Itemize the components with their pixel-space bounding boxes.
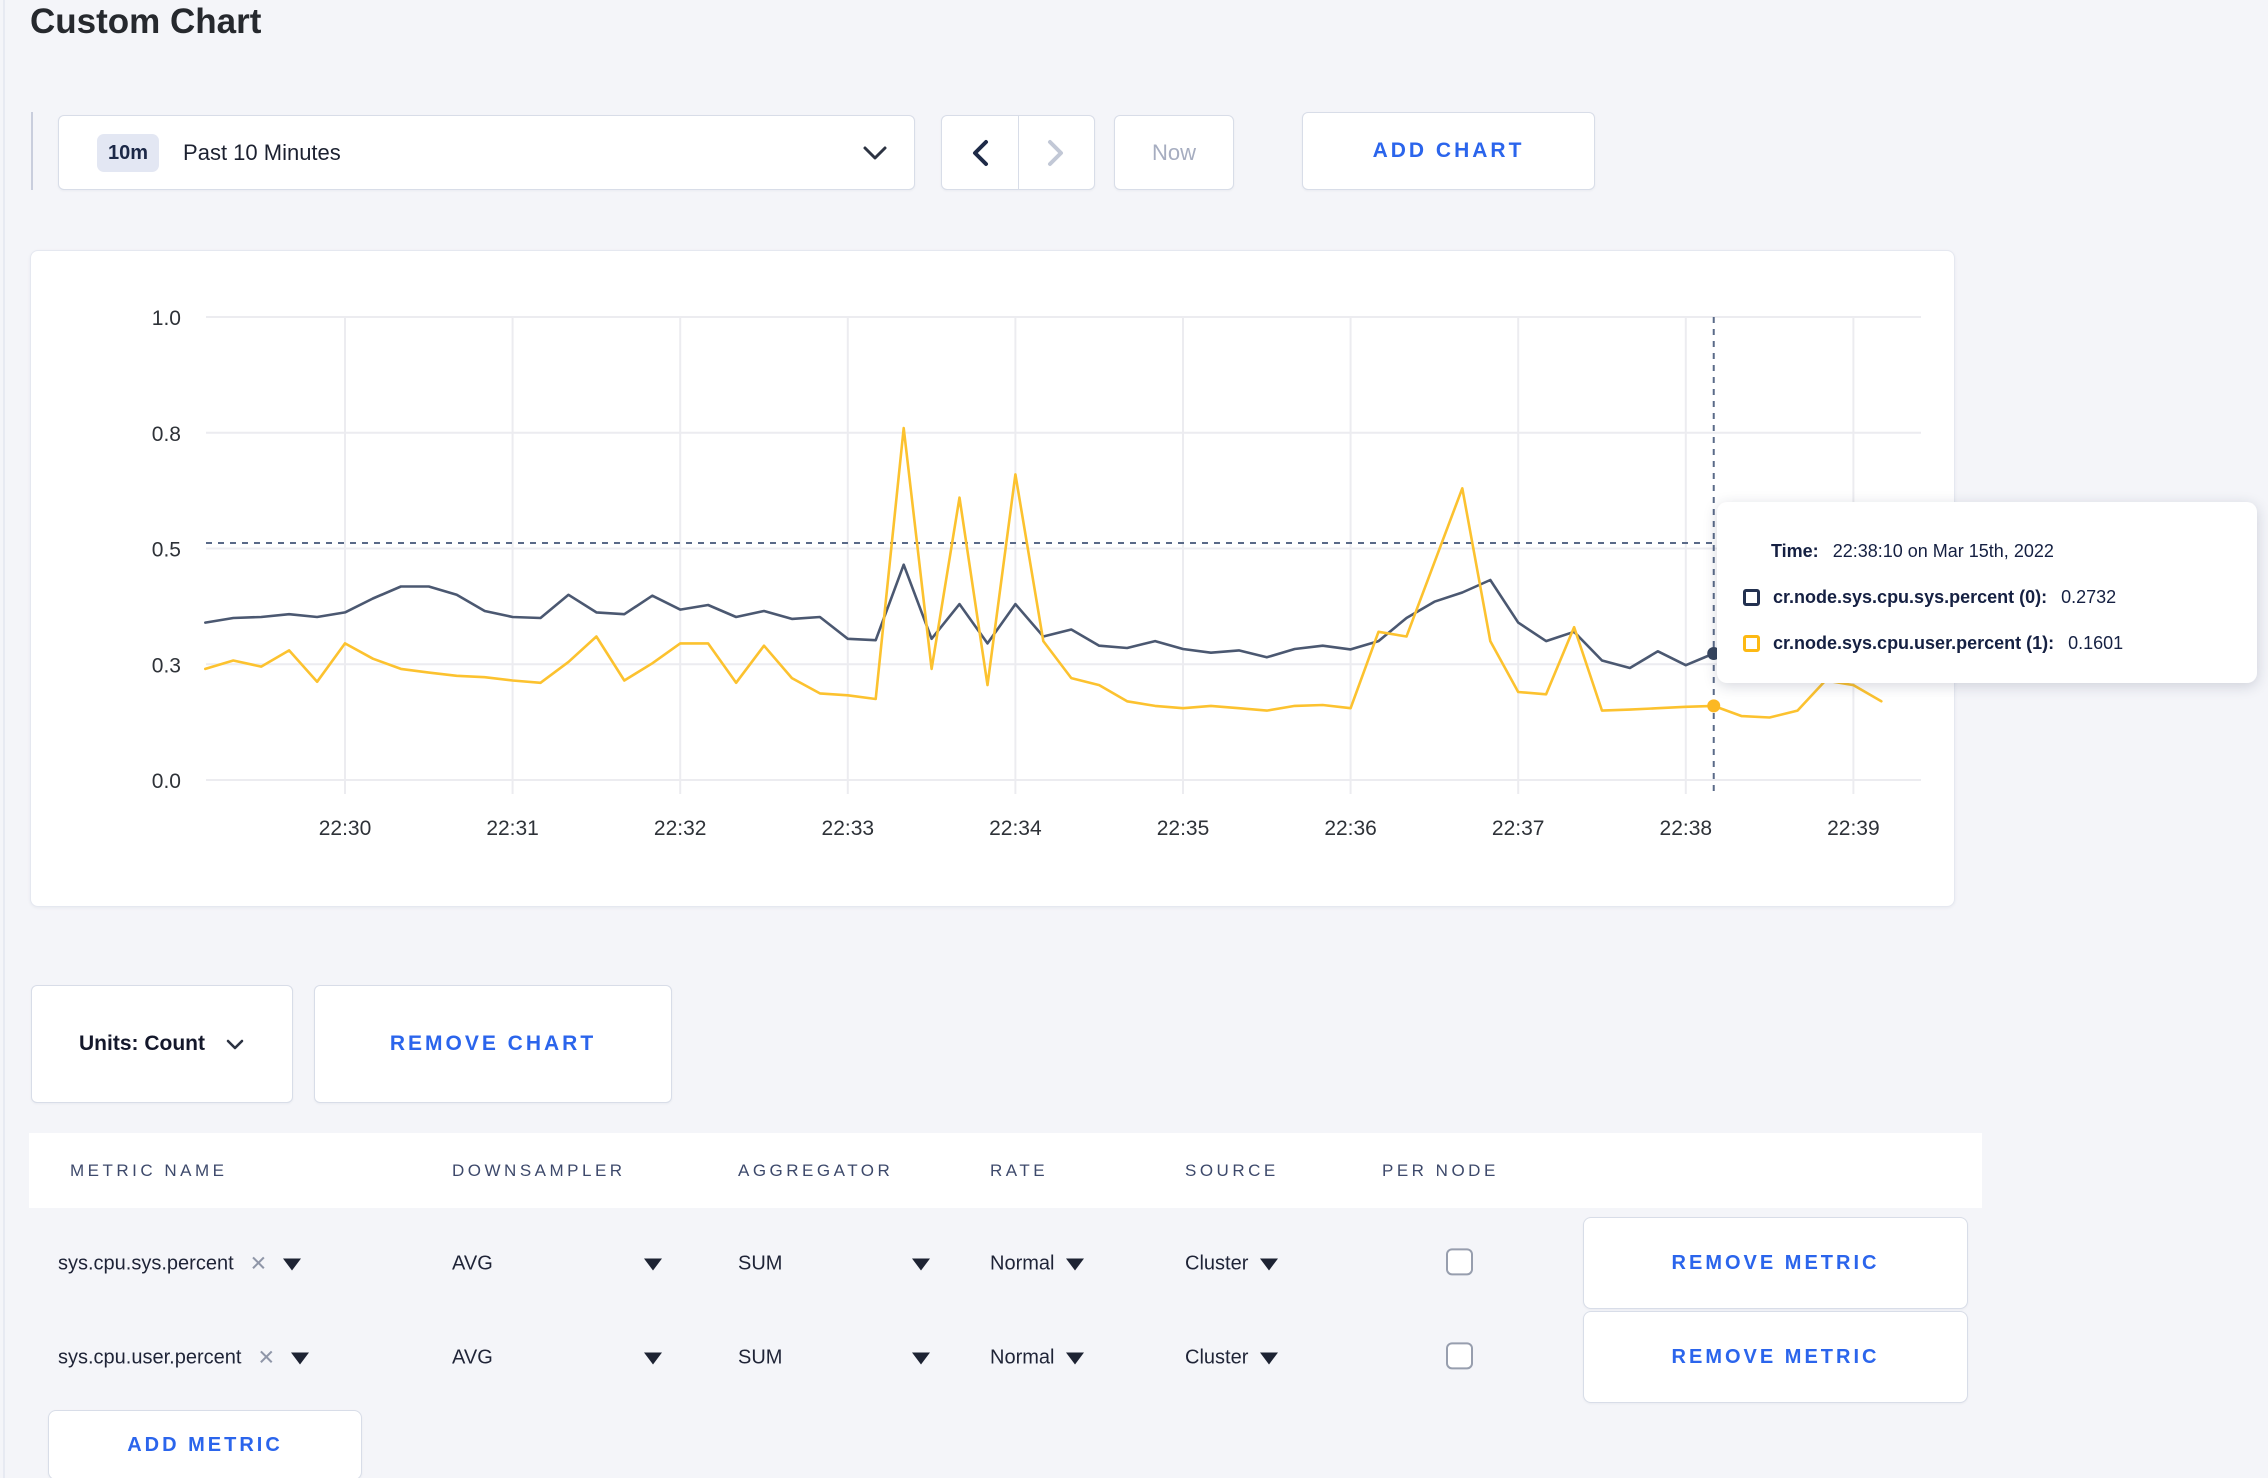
page-title: Custom Chart [30,2,262,41]
metrics-table-header: METRIC NAME DOWNSAMPLER AGGREGATOR RATE … [29,1133,1982,1208]
toolbar-divider [31,112,33,190]
tooltip-series-name: cr.node.sys.cpu.sys.percent (0): [1773,586,2048,607]
metric-row: sys.cpu.user.percent ✕ AVG SUM Normal Cluster… [29,1311,1982,1405]
clear-metric-icon[interactable]: ✕ [257,1346,275,1371]
time-range-label: Past 10 Minutes [183,139,341,165]
y-tick-label: 1.0 [152,307,181,330]
x-tick-label: 22:32 [654,817,707,840]
remove-chart-button[interactable]: REMOVE CHART [314,985,672,1103]
y-tick-label: 0.0 [152,770,181,793]
header-aggregator: AGGREGATOR [738,1160,894,1180]
remove-metric-button[interactable]: REMOVE METRIC [1583,1311,1968,1403]
chevron-right-icon [1048,139,1064,166]
x-tick-label: 22:35 [1157,817,1210,840]
y-tick-label: 0.8 [152,423,181,446]
dropdown-caret-icon [644,1258,662,1270]
aggregator-value: SUM [738,1346,783,1369]
dropdown-caret-icon [291,1352,310,1364]
page-left-edge [3,0,5,1478]
rate-select[interactable]: Normal [990,1346,1085,1370]
x-tick-label: 22:33 [822,817,875,840]
x-tick-label: 22:38 [1660,817,1713,840]
time-back-button[interactable] [942,116,1018,189]
tooltip-series-row: cr.node.sys.cpu.sys.percent (0): 0.2732 [1743,574,2257,620]
downsampler-value: AVG [452,1252,493,1275]
time-window-badge: 10m [97,133,160,172]
source-select[interactable]: Cluster [1185,1252,1279,1276]
aggregator-select[interactable]: SUM [738,1347,930,1370]
tooltip-time-label: Time: [1771,540,1819,561]
dropdown-caret-icon [1066,1258,1085,1270]
tooltip-series-row: cr.node.sys.cpu.user.percent (1): 0.1601 [1743,620,2257,666]
dropdown-caret-icon [912,1352,930,1364]
chevron-down-icon [863,146,887,159]
aggregator-value: SUM [738,1252,783,1275]
tooltip-series-value: 0.1601 [2068,632,2124,653]
add-chart-button[interactable]: ADD CHART [1302,112,1595,190]
source-select[interactable]: Cluster [1185,1346,1279,1370]
time-nav-group [941,115,1095,190]
chart-svg[interactable]: 0.0 0.3 0.5 0.8 1.0 22:30 22:31 22:32 22:33 22:34… [31,251,1956,908]
dropdown-caret-icon [644,1352,662,1364]
units-label: Units: Count [79,1032,205,1055]
y-tick-label: 0.3 [152,654,181,677]
x-tick-label: 22:31 [486,817,539,840]
tooltip-time-value: 22:38:10 on Mar 15th, 2022 [1832,540,2054,561]
per-node-checkbox[interactable] [1446,1342,1473,1370]
chevron-left-icon [972,139,988,166]
rate-select[interactable]: Normal [990,1252,1085,1276]
metric-name-value: sys.cpu.sys.percent [58,1252,234,1275]
downsampler-select[interactable]: AVG [452,1253,662,1276]
tooltip-series-name: cr.node.sys.cpu.user.percent (1): [1773,632,2055,653]
source-value: Cluster [1185,1346,1249,1369]
dropdown-caret-icon [1066,1352,1085,1364]
series-line [204,426,1883,719]
dropdown-caret-icon [283,1258,302,1270]
rate-value: Normal [990,1346,1055,1369]
series-swatch-icon [1743,588,1760,606]
per-node-checkbox[interactable] [1446,1248,1473,1276]
remove-metric-button[interactable]: REMOVE METRIC [1583,1217,1968,1309]
time-range-select[interactable]: 10m Past 10 Minutes [58,115,915,190]
dropdown-caret-icon [912,1258,930,1270]
time-forward-button[interactable] [1017,116,1095,189]
chart-card: 0.0 0.3 0.5 0.8 1.0 22:30 22:31 22:32 22:33 22:34… [30,250,1955,907]
custom-chart-page: Custom Chart 10m Past 10 Minutes Now ADD… [0,0,2268,1478]
y-tick-label: 0.5 [152,539,181,562]
header-per-node: PER NODE [1382,1160,1499,1180]
source-value: Cluster [1185,1252,1249,1275]
downsampler-select[interactable]: AVG [452,1347,662,1370]
add-metric-button[interactable]: ADD METRIC [48,1410,362,1478]
series-swatch-icon [1743,634,1760,652]
metric-row: sys.cpu.sys.percent ✕ AVG SUM Normal Cluster R… [29,1217,1982,1311]
clear-metric-icon[interactable]: ✕ [250,1252,268,1277]
metric-name-select[interactable]: sys.cpu.user.percent ✕ [58,1346,310,1371]
x-tick-label: 22:36 [1324,817,1377,840]
header-rate: RATE [990,1160,1049,1180]
series-line [204,563,1883,670]
dropdown-caret-icon [1260,1258,1279,1270]
crosshair-marker-dot [1707,699,1721,713]
chart-tooltip: Time: 22:38:10 on Mar 15th, 2022 cr.node… [1717,502,2257,683]
header-metric-name: METRIC NAME [70,1160,228,1180]
now-button[interactable]: Now [1114,115,1234,190]
metric-name-value: sys.cpu.user.percent [58,1346,242,1369]
units-select[interactable]: Units: Count [31,985,293,1103]
metric-rows: sys.cpu.sys.percent ✕ AVG SUM Normal Cluster R… [29,1217,1982,1405]
metrics-table: METRIC NAME DOWNSAMPLER AGGREGATOR RATE … [29,1133,1982,1478]
x-tick-label: 22:30 [319,817,372,840]
x-tick-label: 22:37 [1492,817,1545,840]
tooltip-series-value: 0.2732 [2061,586,2117,607]
x-tick-label: 22:39 [1827,817,1880,840]
rate-value: Normal [990,1252,1055,1275]
chevron-down-icon [226,1039,244,1049]
dropdown-caret-icon [1260,1352,1279,1364]
x-tick-label: 22:34 [989,817,1042,840]
header-source: SOURCE [1185,1160,1279,1180]
aggregator-select[interactable]: SUM [738,1253,930,1276]
header-downsampler: DOWNSAMPLER [452,1160,626,1180]
metric-name-select[interactable]: sys.cpu.sys.percent ✕ [58,1252,302,1277]
downsampler-value: AVG [452,1346,493,1369]
